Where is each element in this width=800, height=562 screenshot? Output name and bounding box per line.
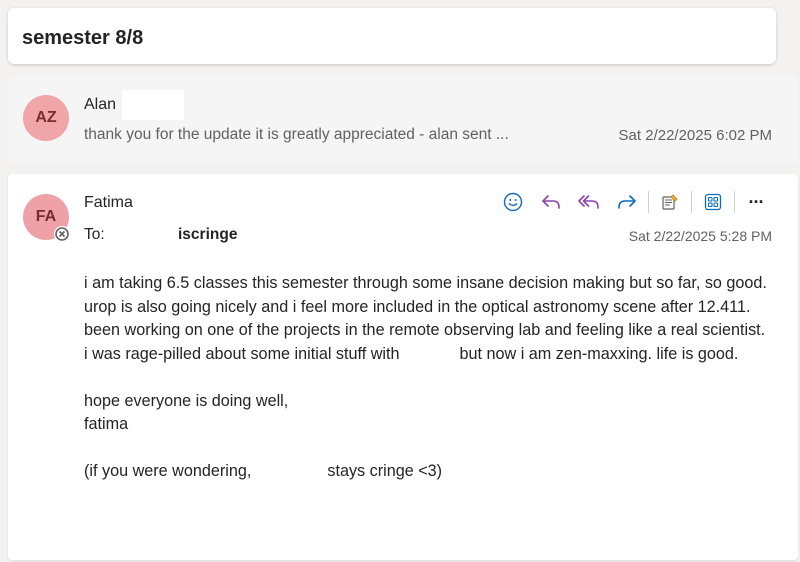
subject-header: semester 8/8 [8, 8, 776, 64]
message-preview: thank you for the update it is greatly a… [84, 126, 509, 143]
message-body: i am taking 6.5 classes this semester th… [84, 272, 774, 484]
body-paragraph: i was rage-pilled about some initial stu… [84, 343, 774, 367]
body-text: (if you were wondering, [84, 462, 252, 480]
message-time: Sat 2/22/2025 6:02 PM [618, 127, 772, 144]
body-signature: fatima [84, 415, 129, 433]
reply-button[interactable] [532, 188, 570, 216]
toolbar-divider [691, 191, 692, 213]
to-label: To: [84, 226, 105, 243]
avatar-initials: AZ [35, 109, 57, 126]
body-paragraph: (if you were wondering, stays cringe <3) [84, 460, 774, 484]
subject-title: semester 8/8 [22, 27, 144, 49]
body-text: i was rage-pilled about some initial stu… [84, 344, 400, 363]
redaction-box [122, 90, 184, 120]
avatar-initials: FA [35, 208, 57, 225]
reply-all-icon [578, 195, 599, 209]
toolbar-divider [734, 191, 735, 213]
immersive-reader-button[interactable] [651, 188, 689, 216]
sender-name[interactable]: Alan [84, 96, 116, 114]
smiley-icon [503, 192, 523, 212]
sender-name[interactable]: Fatima [84, 194, 133, 212]
recipient[interactable]: iscringe [178, 226, 237, 244]
body-paragraph: i am taking 6.5 classes this semester th… [84, 274, 767, 339]
reply-all-button[interactable] [570, 188, 608, 216]
body-paragraph: hope everyone is doing well, [84, 391, 289, 410]
more-icon: ··· [748, 191, 765, 212]
message-time: Sat 2/22/2025 5:28 PM [628, 228, 772, 244]
body-text: but now i am zen-maxxing. life is good. [459, 344, 739, 363]
forward-icon [618, 195, 636, 209]
open-message: FA Fatima ··· To: iscringe Sat 2/22/2025… [8, 174, 798, 560]
reply-icon [542, 195, 560, 209]
apps-grid-icon [704, 193, 722, 211]
avatar[interactable]: AZ [23, 95, 69, 141]
immersive-reader-icon [662, 194, 678, 210]
message-toolbar: ··· [494, 188, 775, 216]
emoji-react-button[interactable] [494, 188, 532, 216]
forward-button[interactable] [608, 188, 646, 216]
presence-blocked-icon [54, 226, 70, 242]
toolbar-divider [648, 191, 649, 213]
collapsed-message[interactable]: AZ Alan thank you for the update it is g… [8, 76, 798, 163]
apps-button[interactable] [694, 188, 732, 216]
body-text: stays cringe <3) [327, 462, 443, 480]
more-actions-button[interactable]: ··· [737, 188, 775, 216]
